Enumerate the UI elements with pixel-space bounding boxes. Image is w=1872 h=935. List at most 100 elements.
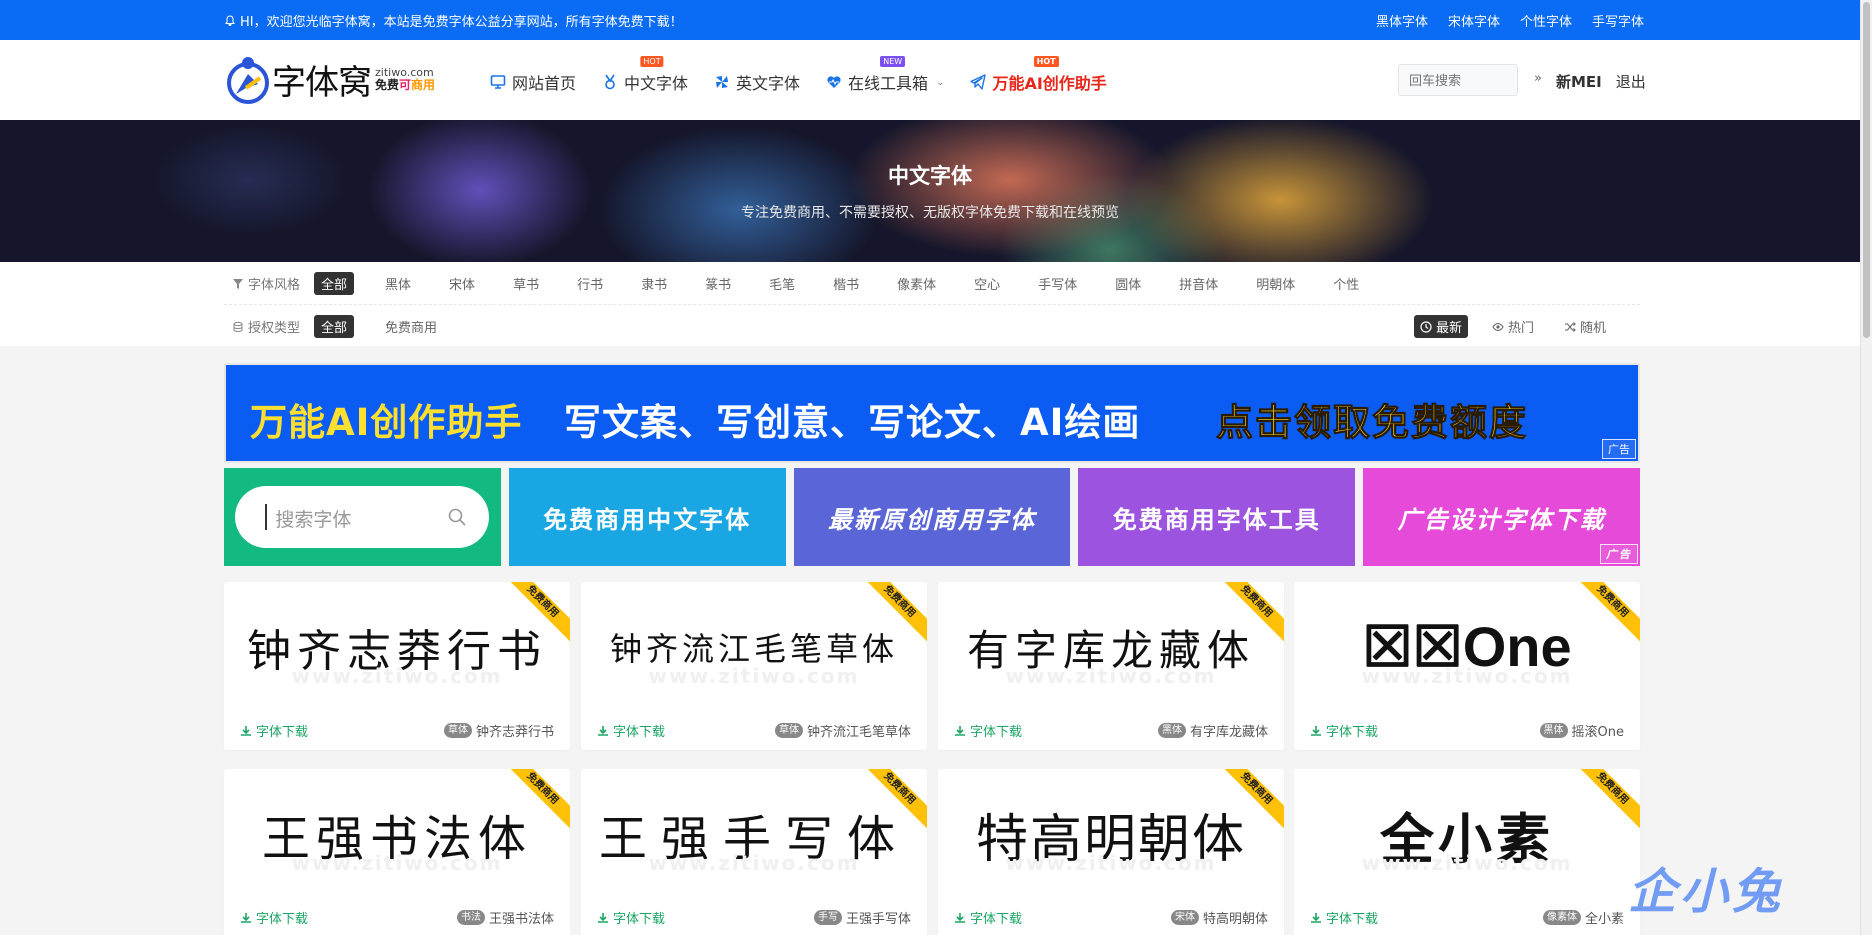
- font-preview-image[interactable]: 王强手写体 www.zitiwo.com: [599, 789, 907, 879]
- style-option[interactable]: 个性: [1326, 272, 1366, 295]
- font-name: 钟齐流江毛笔草体: [806, 725, 911, 740]
- font-preview-image[interactable]: 钟齐流江毛笔草体 www.zitiwo.com: [601, 602, 907, 692]
- top-bar: HI，欢迎您光临字体窝，本站是免费字体公益分享网站，所有字体免费下载！ 黑体字体…: [0, 0, 1860, 40]
- font-preview-image[interactable]: 全小素 www.zitiwo.com: [1314, 789, 1620, 879]
- sort-random[interactable]: 随机: [1558, 315, 1612, 338]
- download-link[interactable]: 字体下载: [240, 721, 308, 740]
- font-card[interactable]: 特高明朝体 www.zitiwo.com 免费商用 字体下载 宋体 特高明朝体: [938, 769, 1284, 935]
- font-preview-image[interactable]: 王强书法体 www.zitiwo.com: [244, 789, 550, 879]
- style-option[interactable]: 草书: [506, 272, 546, 295]
- style-option[interactable]: 行书: [570, 272, 610, 295]
- font-name: 钟齐志莽行书: [475, 725, 554, 740]
- font-name: 有字库龙藏体: [1189, 725, 1268, 740]
- nav-english-fonts[interactable]: 英文字体: [714, 70, 800, 94]
- logo-mark-icon: [227, 57, 269, 104]
- style-option[interactable]: 明朝体: [1249, 272, 1302, 295]
- font-meta: 草体 钟齐流江毛笔草体: [774, 721, 911, 740]
- nav-chinese-fonts-label: 中文字体: [624, 74, 689, 93]
- user-area: » 新MEI 退出: [1534, 71, 1646, 92]
- logout-link[interactable]: 退出: [1616, 71, 1646, 92]
- style-filter-row: 字体风格 全部 黑体 宋体 草书 行书 隶书 篆书 毛笔 楷书 像素体 空心 手…: [232, 272, 1390, 295]
- download-link[interactable]: 字体下载: [597, 908, 665, 927]
- toplink-gexing[interactable]: 个性字体: [1520, 11, 1572, 30]
- download-link[interactable]: 字体下载: [240, 908, 308, 927]
- heart-pulse-icon: [827, 76, 841, 88]
- font-preview-image[interactable]: 特高明朝体 www.zitiwo.com: [958, 789, 1264, 879]
- hot-badge: HOT: [1033, 56, 1059, 67]
- style-option[interactable]: 空心: [967, 272, 1007, 295]
- download-link[interactable]: 字体下载: [1310, 721, 1378, 740]
- preview-watermark: www.zitiwo.com: [648, 664, 860, 688]
- sort-latest[interactable]: 最新: [1414, 315, 1469, 338]
- font-card[interactable]: 全小素 www.zitiwo.com 免费商用 字体下载 像素体 全小素: [1294, 769, 1640, 935]
- category-badge: 草体: [774, 723, 803, 738]
- nav-ai-assistant[interactable]: HOT 万能AI创作助手: [970, 56, 1107, 94]
- font-meta: 书法 王强书法体: [456, 908, 554, 927]
- font-card[interactable]: 钟齐志莽行书 www.zitiwo.com 免费商用 字体下载 草体 钟齐志莽行书: [224, 582, 570, 750]
- style-option[interactable]: 楷书: [826, 272, 866, 295]
- quick-tiles: 搜索字体 免费商用中文字体 最新原创商用字体 免费商用字体工具 广告设计字体下载…: [224, 468, 1640, 566]
- style-option[interactable]: 像素体: [890, 272, 943, 295]
- tile-new-original[interactable]: 最新原创商用字体: [793, 468, 1071, 566]
- font-card[interactable]: 钟齐流江毛笔草体 www.zitiwo.com 免费商用 字体下载 草体 钟齐流江…: [581, 582, 927, 750]
- header-search-input[interactable]: [1398, 64, 1518, 96]
- font-card[interactable]: 王强书法体 www.zitiwo.com 免费商用 字体下载 书法 王强书法体: [224, 769, 570, 935]
- style-option[interactable]: 手写体: [1031, 272, 1084, 295]
- font-card[interactable]: 王强手写体 www.zitiwo.com 免费商用 字体下载 手写 王强手写体: [581, 769, 927, 935]
- paper-plane-icon: [970, 74, 987, 90]
- ad-text-brand: 万能AI创作助手: [250, 401, 523, 444]
- style-option[interactable]: 毛笔: [762, 272, 802, 295]
- toplink-songti[interactable]: 宋体字体: [1448, 11, 1500, 30]
- vertical-scrollbar[interactable]: [1860, 0, 1872, 935]
- font-preview-image[interactable]: 钟齐志莽行书 www.zitiwo.com: [244, 602, 550, 692]
- download-link[interactable]: 字体下载: [954, 908, 1022, 927]
- coins-icon: [233, 321, 243, 332]
- font-meta: 像素体 全小素: [1542, 908, 1624, 927]
- font-preview-image[interactable]: 有字库龙藏体 www.zitiwo.com: [958, 602, 1264, 692]
- nav-chinese-fonts[interactable]: HOT 中文字体: [602, 56, 689, 94]
- sort-hot[interactable]: 热门: [1486, 315, 1540, 338]
- category-badge: 像素体: [1542, 910, 1581, 925]
- font-card[interactable]: ☒☒One www.zitiwo.com 免费商用 字体下载 黑体 摇滚One: [1294, 582, 1640, 750]
- download-link[interactable]: 字体下载: [1310, 908, 1378, 927]
- category-banner: 中文字体 专注免费商用、不需要授权、无版权字体免费下载和在线预览: [0, 120, 1860, 262]
- filter-panel: 字体风格 全部 黑体 宋体 草书 行书 隶书 篆书 毛笔 楷书 像素体 空心 手…: [0, 262, 1860, 346]
- download-link[interactable]: 字体下载: [597, 721, 665, 740]
- style-option[interactable]: 黑体: [378, 272, 418, 295]
- font-preview-image[interactable]: ☒☒One www.zitiwo.com: [1314, 602, 1620, 692]
- toplink-shouxie[interactable]: 手写字体: [1592, 11, 1644, 30]
- clock-icon: [1420, 320, 1432, 333]
- shuffle-icon: [1565, 321, 1576, 332]
- font-card[interactable]: 有字库龙藏体 www.zitiwo.com 免费商用 字体下载 黑体 有字库龙藏体: [938, 582, 1284, 750]
- license-option[interactable]: 全部: [314, 315, 355, 338]
- new-badge: NEW: [880, 56, 906, 67]
- download-link[interactable]: 字体下载: [954, 721, 1022, 740]
- license-option[interactable]: 免费商用: [378, 315, 444, 338]
- font-meta: 黑体 摇滚One: [1539, 721, 1624, 740]
- site-logo[interactable]: 字体窝 zitiwo.com 免费可商用: [224, 54, 435, 104]
- font-search-input[interactable]: 搜索字体: [235, 486, 490, 548]
- tile-free-tools[interactable]: 免费商用字体工具: [1078, 468, 1356, 566]
- license-filter-row: 授权类型 全部 免费商用: [232, 315, 468, 338]
- welcome-message: HI，欢迎您光临字体窝，本站是免费字体公益分享网站，所有字体免费下载！: [224, 11, 683, 30]
- toplink-heiti[interactable]: 黑体字体: [1376, 11, 1428, 30]
- ad-text-cta: 点击领取免费额度: [1216, 401, 1528, 445]
- nav-online-tools[interactable]: NEW 在线工具箱 ⌄: [826, 56, 944, 94]
- search-icon[interactable]: [447, 507, 467, 527]
- style-option[interactable]: 全部: [314, 272, 355, 295]
- font-name: 王强书法体: [488, 912, 554, 927]
- style-option[interactable]: 宋体: [442, 272, 482, 295]
- style-option[interactable]: 篆书: [698, 272, 738, 295]
- username-link[interactable]: 新MEI: [1556, 71, 1602, 92]
- preview-watermark: www.zitiwo.com: [291, 664, 503, 688]
- style-option[interactable]: 圆体: [1108, 272, 1148, 295]
- font-meta: 宋体 特高明朝体: [1170, 908, 1268, 927]
- scrollbar-thumb[interactable]: [1863, 2, 1870, 338]
- style-option[interactable]: 隶书: [634, 272, 674, 295]
- nav-home[interactable]: 网站首页: [490, 70, 576, 94]
- style-option[interactable]: 拼音体: [1172, 272, 1225, 295]
- ai-ad-banner[interactable]: 万能AI创作助手 写文案、写创意、写论文、AI绘画 点击领取免费额度 广告: [224, 363, 1640, 463]
- tile-ad-fonts[interactable]: 广告设计字体下载 广告: [1363, 468, 1640, 566]
- tile-free-chinese[interactable]: 免费商用中文字体: [508, 468, 786, 566]
- pinwheel-icon: [716, 76, 729, 88]
